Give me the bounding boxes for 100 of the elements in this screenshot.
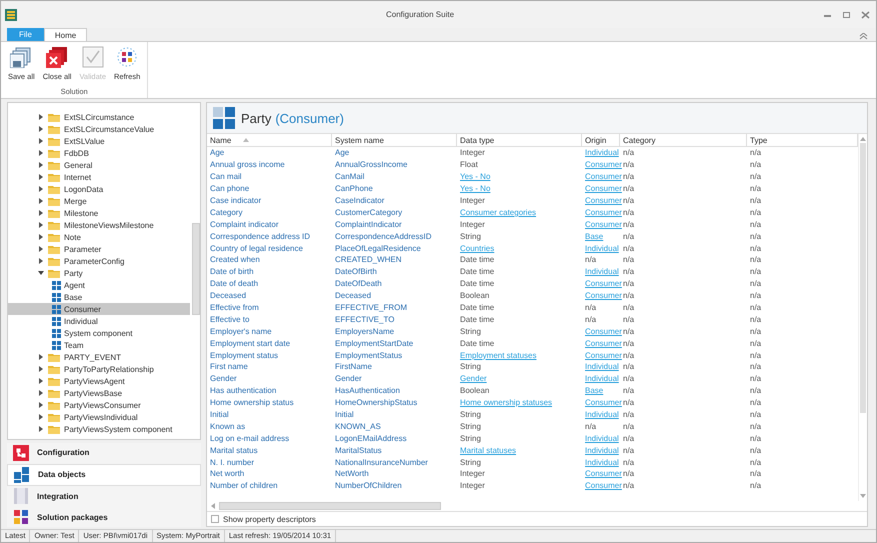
column-header[interactable]: Type [747, 134, 858, 146]
table-cell-text: n/a [749, 291, 762, 300]
tree-item[interactable]: LogonData [8, 183, 192, 195]
tree-item[interactable]: Agent [8, 279, 190, 291]
tree-item[interactable]: ExtSLCircumstance [8, 111, 192, 123]
expand-arrow-icon[interactable] [38, 426, 44, 432]
nav-button[interactable]: Integration [7, 486, 201, 506]
expand-arrow-icon[interactable] [38, 354, 44, 360]
table-cell-text: n/a [749, 255, 762, 264]
tree-item[interactable]: Milestone [8, 207, 192, 219]
expand-arrow-icon[interactable] [38, 126, 44, 132]
column-header[interactable]: Origin [582, 134, 620, 146]
table-cell-text: n/a [622, 469, 636, 478]
table-cell-text: Known as [209, 422, 246, 431]
table-cell-text: Integer [459, 469, 486, 478]
window-title: Configuration Suite [384, 10, 456, 19]
folder-icon [48, 352, 60, 362]
table-cell-text: Can mail [209, 172, 243, 182]
tree-item[interactable]: Party [8, 267, 192, 279]
column-header[interactable]: Name [207, 134, 332, 146]
folder-icon [48, 400, 60, 410]
scrollbar[interactable] [858, 134, 867, 501]
expand-arrow-icon[interactable] [38, 246, 44, 252]
expand-arrow-icon[interactable] [38, 414, 44, 420]
column-header[interactable]: Data type [457, 134, 582, 146]
tree-item[interactable]: PartyToPartyRelationship [8, 363, 192, 375]
folder-icon [48, 184, 60, 194]
restore-icon[interactable] [842, 10, 851, 18]
tree-item[interactable]: Individual [8, 315, 190, 327]
table-cell-text: String [459, 458, 482, 467]
collapse-ribbon-icon[interactable] [859, 33, 868, 41]
tree-item[interactable]: PARTY_EVENT [8, 351, 192, 363]
tree-item[interactable]: FdbDB [8, 147, 192, 159]
table-cell-text: CustomerCategory [334, 208, 404, 217]
expand-arrow-icon[interactable] [38, 366, 44, 372]
expand-arrow-icon[interactable] [38, 258, 44, 264]
tree-item[interactable]: PartyViewsAgent [8, 375, 192, 387]
tree-item[interactable]: PartyViewsConsumer [8, 399, 192, 411]
ribbon-tab[interactable]: Home [44, 28, 88, 41]
table-cell-text: Log on e-mail address [209, 434, 290, 443]
table-cell-text: Integer [459, 481, 486, 490]
tree-item[interactable]: General [8, 159, 192, 171]
grid-icon [52, 304, 61, 314]
table-cell-text: n/a [749, 350, 762, 360]
table-cell-text: n/a [622, 303, 636, 312]
tree-item[interactable]: Base [8, 291, 190, 303]
grid-icon [213, 107, 235, 129]
expand-arrow-icon[interactable] [38, 402, 44, 408]
tree-item[interactable]: ParameterConfig [8, 255, 192, 267]
table-cell-text: Integer [459, 148, 486, 158]
table-cell-text: n/a [749, 232, 762, 241]
expand-arrow-icon[interactable] [38, 186, 44, 192]
column-header[interactable]: Category [620, 134, 747, 146]
collapse-arrow-icon[interactable] [38, 270, 44, 276]
table-cell-text: CanPhone [334, 184, 374, 194]
expand-arrow-icon[interactable] [38, 210, 44, 216]
table-cell-text: Date time [459, 303, 496, 312]
tree-item[interactable]: Note [8, 231, 192, 243]
tree-item[interactable]: ExtSLCircumstanceValue [8, 123, 192, 135]
nav-button[interactable]: Data objects [7, 464, 201, 486]
scroll-down-icon [860, 494, 866, 498]
table-cell-text: CREATED_WHEN [334, 255, 403, 264]
tree-item[interactable]: ExtSLValue [8, 135, 192, 147]
tree-item[interactable]: PartyViewsIndividual [8, 411, 192, 423]
close-icon[interactable] [861, 10, 870, 18]
nav-button[interactable]: Solution packages [7, 507, 201, 527]
table-cell-text: Age [209, 148, 226, 158]
expand-arrow-icon[interactable] [38, 114, 44, 120]
checkbox[interactable] [211, 515, 219, 523]
expand-arrow-icon[interactable] [38, 378, 44, 384]
expand-arrow-icon[interactable] [38, 162, 44, 168]
nav-button[interactable]: Configuration [7, 443, 201, 463]
tree-item[interactable]: Consumer [8, 303, 190, 315]
column-header[interactable]: System name [332, 134, 457, 146]
table-cell-text: n/a [622, 244, 636, 253]
expand-arrow-icon[interactable] [38, 198, 44, 204]
expand-arrow-icon[interactable] [38, 138, 44, 144]
tree-item[interactable]: PartyViewsSystem component [8, 423, 192, 435]
table-cell-text: NumberOfChildren [334, 481, 403, 490]
folder-icon [48, 376, 60, 386]
tree-item[interactable]: Parameter [8, 243, 192, 255]
tree-item[interactable]: PartyViewsBase [8, 387, 192, 399]
scrollbar[interactable] [207, 501, 867, 512]
table-cell-text: MaritalStatus [334, 446, 383, 455]
table-cell-text: Home ownership status [209, 398, 295, 408]
tree-item[interactable]: MilestoneViewsMilestone [8, 219, 192, 231]
tree-item[interactable]: Internet [8, 171, 192, 183]
expand-arrow-icon[interactable] [38, 150, 44, 156]
folder-icon [48, 232, 60, 242]
sort-arrow-icon [243, 138, 250, 142]
expand-arrow-icon[interactable] [38, 390, 44, 396]
expand-arrow-icon[interactable] [38, 174, 44, 180]
table-cell-text: CanMail [334, 172, 366, 182]
expand-arrow-icon[interactable] [38, 222, 44, 228]
tree-item[interactable]: Team [8, 339, 190, 351]
tree-item[interactable]: Merge [8, 195, 192, 207]
expand-arrow-icon[interactable] [38, 234, 44, 240]
table-cell-text: n/a [749, 362, 762, 372]
tree-item[interactable]: System component [8, 327, 190, 339]
table-cell-text: n/a [622, 232, 636, 241]
